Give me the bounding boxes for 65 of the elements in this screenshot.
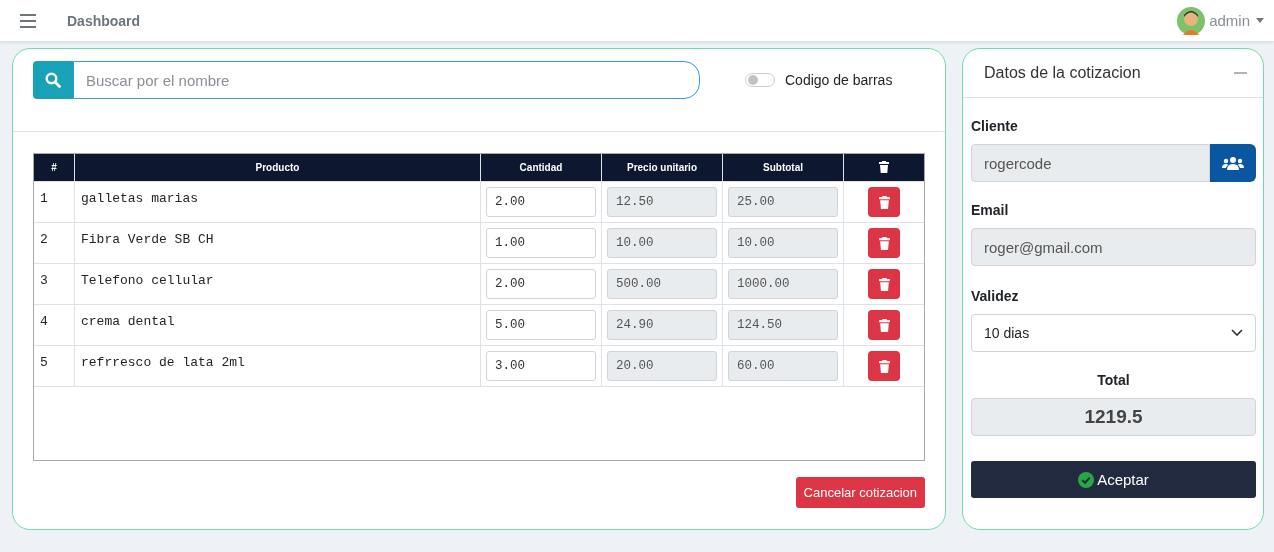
unit-price-field[interactable]: 12.50 bbox=[607, 187, 717, 217]
product-name: Fibra Verde SB CH bbox=[81, 232, 214, 247]
search-icon bbox=[45, 72, 61, 88]
field-label: Validez bbox=[971, 288, 1020, 304]
caret-icon[interactable] bbox=[1256, 18, 1264, 23]
cancel-button[interactable]: Cancelar cotizacion bbox=[795, 477, 925, 508]
avatar-icon[interactable] bbox=[1177, 6, 1206, 35]
row-number: 3 bbox=[40, 273, 48, 288]
column-header: Cantidad bbox=[480, 154, 602, 182]
row-number: 1 bbox=[40, 191, 48, 206]
row-number: 4 bbox=[40, 314, 48, 329]
total-label: Total bbox=[1096, 372, 1131, 388]
email-field[interactable]: roger@gmail.com bbox=[971, 228, 1256, 266]
column-header: # bbox=[34, 154, 75, 182]
product-name: Telefono cellular bbox=[81, 273, 214, 288]
delete-button[interactable] bbox=[868, 310, 900, 340]
delete-button[interactable] bbox=[868, 187, 900, 217]
clients-button[interactable] bbox=[1210, 144, 1256, 182]
unit-price-field[interactable]: 500.00 bbox=[607, 269, 717, 299]
row-number: 2 bbox=[40, 232, 48, 247]
subtotal-field[interactable]: 124.50 bbox=[728, 310, 838, 340]
column-header: Precio unitario bbox=[601, 154, 723, 182]
trash-icon bbox=[878, 359, 890, 373]
trash-icon bbox=[878, 277, 890, 291]
check-icon bbox=[1078, 471, 1095, 488]
subtotal-field[interactable]: 25.00 bbox=[728, 187, 838, 217]
quantity-field[interactable]: 1.00 bbox=[486, 228, 596, 258]
unit-price-field[interactable]: 20.00 bbox=[607, 351, 717, 381]
quantity-field[interactable]: 3.00 bbox=[486, 351, 596, 381]
panel-title: Datos de la cotizacion bbox=[984, 64, 1141, 82]
product-name: crema dental bbox=[81, 314, 175, 329]
product-name: galletas marias bbox=[81, 191, 199, 206]
subtotal-field[interactable]: 1000.00 bbox=[728, 269, 838, 299]
accept-button[interactable]: Aceptar bbox=[971, 461, 1256, 498]
search-button[interactable] bbox=[33, 61, 73, 99]
quantity-field[interactable]: 2.00 bbox=[486, 269, 596, 299]
unit-price-field[interactable]: 24.90 bbox=[607, 310, 717, 340]
column-header: Subtotal bbox=[722, 154, 844, 182]
users-icon bbox=[1222, 156, 1245, 170]
search-field[interactable]: Buscar por el nombre bbox=[73, 61, 700, 99]
client-field[interactable]: rogercode bbox=[971, 144, 1211, 182]
product-name: refrresco de lata 2ml bbox=[81, 355, 245, 370]
field-label: Email bbox=[971, 202, 1010, 218]
menu-icon[interactable] bbox=[20, 13, 36, 28]
total-value: 1219.5 bbox=[971, 398, 1256, 436]
delete-button[interactable] bbox=[868, 228, 900, 258]
dashboard-link[interactable]: Dashboard bbox=[67, 12, 141, 29]
trash-icon bbox=[878, 236, 890, 250]
unit-price-field[interactable]: 10.00 bbox=[607, 228, 717, 258]
subtotal-field[interactable]: 10.00 bbox=[728, 228, 838, 258]
delete-button[interactable] bbox=[868, 269, 900, 299]
toggle-label: Codigo de barras bbox=[785, 72, 893, 88]
barcode-toggle[interactable] bbox=[745, 73, 775, 87]
trash-icon bbox=[878, 195, 890, 209]
trash-icon bbox=[879, 160, 889, 173]
trash-icon bbox=[878, 318, 890, 332]
chevron-icon bbox=[1231, 329, 1243, 337]
row-number: 5 bbox=[40, 355, 48, 370]
quantity-field[interactable]: 5.00 bbox=[486, 310, 596, 340]
delete-button[interactable] bbox=[868, 351, 900, 381]
subtotal-field[interactable]: 60.00 bbox=[728, 351, 838, 381]
validity-select[interactable]: 10 dias bbox=[971, 314, 1256, 352]
quantity-field[interactable]: 2.00 bbox=[486, 187, 596, 217]
column-header: Producto bbox=[74, 154, 481, 182]
field-label: Cliente bbox=[971, 118, 1019, 134]
